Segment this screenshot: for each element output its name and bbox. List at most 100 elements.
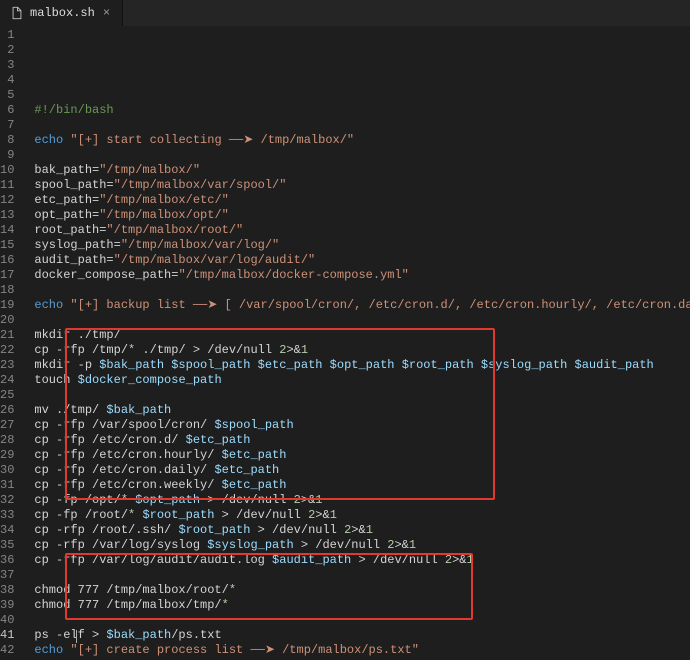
code-line[interactable]: root_path="/tmp/malbox/root/" — [24, 223, 690, 238]
code-line[interactable] — [24, 613, 690, 628]
code-token: $bak_path — [99, 358, 164, 372]
code-line[interactable]: syslog_path="/tmp/malbox/var/log/" — [24, 238, 690, 253]
code-token: $etc_path — [222, 478, 287, 492]
code-line[interactable]: audit_path="/tmp/malbox/var/log/audit/" — [24, 253, 690, 268]
line-number: 20 — [0, 313, 14, 328]
code-token: touch — [34, 373, 77, 387]
code-line[interactable] — [24, 118, 690, 133]
close-icon[interactable]: × — [101, 6, 112, 20]
code-token: "[+] create process list ──➤ /tmp/malbox… — [70, 643, 419, 657]
code-line[interactable]: cp -rfp /root/.ssh/ $root_path > /dev/nu… — [24, 523, 690, 538]
line-number: 34 — [0, 523, 14, 538]
code-token: $etc_path — [214, 463, 279, 477]
code-line[interactable]: cp -rfp /var/spool/cron/ $spool_path — [24, 418, 690, 433]
code-token: chmod 777 /tmp/malbox/tmp/ — [34, 598, 221, 612]
code-token: 1 — [301, 343, 308, 357]
code-token — [250, 358, 257, 372]
code-line[interactable]: mkdir -p $bak_path $spool_path $etc_path… — [24, 358, 690, 373]
line-number: 18 — [0, 283, 14, 298]
code-token — [567, 358, 574, 372]
code-line[interactable]: bak_path="/tmp/malbox/" — [24, 163, 690, 178]
line-number: 28 — [0, 433, 14, 448]
code-token: * — [222, 598, 229, 612]
code-line[interactable] — [24, 388, 690, 403]
code-token: cp -fp /opt/ — [34, 493, 120, 507]
code-line[interactable]: chmod 777 /tmp/malbox/root/* — [24, 583, 690, 598]
line-number: 1 — [0, 28, 14, 43]
code-token: $opt_path — [330, 358, 395, 372]
code-token: 1 — [467, 553, 474, 567]
code-token: syslog_path= — [34, 238, 120, 252]
code-token: "/tmp/malbox/etc/" — [99, 193, 229, 207]
code-line[interactable]: cp -rfp /etc/cron.daily/ $etc_path — [24, 463, 690, 478]
code-token: cp -rfp /etc/cron.weekly/ — [34, 478, 221, 492]
code-line[interactable]: cp -rfp /etc/cron.hourly/ $etc_path — [24, 448, 690, 463]
line-number: 37 — [0, 568, 14, 583]
code-line[interactable]: spool_path="/tmp/malbox/var/spool/" — [24, 178, 690, 193]
code-line[interactable]: chmod 777 /tmp/malbox/tmp/* — [24, 598, 690, 613]
code-token: cp -rfp /var/log/audit/audit.log — [34, 553, 272, 567]
line-number: 12 — [0, 193, 14, 208]
line-number: 13 — [0, 208, 14, 223]
code-token: "/tmp/malbox/root/" — [106, 223, 243, 237]
tab-malbox[interactable]: malbox.sh × — [0, 0, 123, 26]
line-number: 38 — [0, 583, 14, 598]
editor[interactable]: 1234567891011121314151617181920212223242… — [0, 26, 690, 660]
code-token: 1 — [330, 508, 337, 522]
code-line[interactable]: cp -rfp /etc/cron.weekly/ $etc_path — [24, 478, 690, 493]
code-token — [322, 358, 329, 372]
code-line[interactable]: cp -rfp /etc/cron.d/ $etc_path — [24, 433, 690, 448]
code-token: echo — [34, 643, 63, 657]
code-token: docker_compose_path= — [34, 268, 178, 282]
code-line[interactable]: docker_compose_path="/tmp/malbox/docker-… — [24, 268, 690, 283]
code-line[interactable]: cp -fp /root/* $root_path > /dev/null 2>… — [24, 508, 690, 523]
code-line[interactable]: cp -rfp /tmp/* ./tmp/ > /dev/null 2>&1 — [24, 343, 690, 358]
line-number: 9 — [0, 148, 14, 163]
code-line[interactable] — [24, 283, 690, 298]
line-number: 19 — [0, 298, 14, 313]
text-cursor — [76, 630, 77, 643]
code-token: cp -fp /root/ — [34, 508, 128, 522]
code-token: chmod 777 /tmp/malbox/root/ — [34, 583, 228, 597]
code-line[interactable] — [24, 148, 690, 163]
code-line[interactable]: ps -elf > $bak_path/ps.txt — [24, 628, 690, 643]
line-number: 36 — [0, 553, 14, 568]
code-line[interactable] — [24, 313, 690, 328]
code-token: 1 — [409, 538, 416, 552]
code-token: >& — [315, 508, 329, 522]
code-token: echo — [34, 133, 63, 147]
code-token: 2 — [294, 493, 301, 507]
code-line[interactable]: echo "[+] start collecting ──➤ /tmp/malb… — [24, 133, 690, 148]
code-line[interactable] — [24, 568, 690, 583]
code-line[interactable]: mv ./tmp/ $bak_path — [24, 403, 690, 418]
code-token: audit_path= — [34, 253, 113, 267]
code-token: "/tmp/malbox/var/log/audit/" — [114, 253, 316, 267]
line-number: 15 — [0, 238, 14, 253]
code-token: "/tmp/malbox/var/spool/" — [114, 178, 287, 192]
code-line[interactable]: #!/bin/bash — [24, 103, 690, 118]
code-token: > /dev/null — [200, 493, 294, 507]
line-number: 25 — [0, 388, 14, 403]
code-line[interactable]: mkdir ./tmp/ — [24, 328, 690, 343]
code-line[interactable]: opt_path="/tmp/malbox/opt/" — [24, 208, 690, 223]
code-token: >& — [301, 493, 315, 507]
line-number: 23 — [0, 358, 14, 373]
code-token: "/tmp/malbox/var/log/" — [121, 238, 279, 252]
code-line[interactable]: cp -fp /opt/* $opt_path > /dev/null 2>&1 — [24, 493, 690, 508]
code-token: >& — [452, 553, 466, 567]
code-line[interactable]: touch $docker_compose_path — [24, 373, 690, 388]
code-line[interactable]: echo "[+] backup list ──➤ [ /var/spool/c… — [24, 298, 690, 313]
code-token: echo — [34, 298, 63, 312]
code-line[interactable]: cp -rfp /var/log/audit/audit.log $audit_… — [24, 553, 690, 568]
code-token: $root_path — [142, 508, 214, 522]
code-token: $root_path — [402, 358, 474, 372]
code-line[interactable]: echo "[+] create process list ──➤ /tmp/m… — [24, 643, 690, 658]
line-number: 32 — [0, 493, 14, 508]
code-line[interactable]: cp -rfp /var/log/syslog $syslog_path > /… — [24, 538, 690, 553]
tab-bar: malbox.sh × — [0, 0, 690, 26]
code-line[interactable]: etc_path="/tmp/malbox/etc/" — [24, 193, 690, 208]
code-area[interactable]: #!/bin/bash echo "[+] start collecting ──… — [24, 26, 690, 660]
line-number: 21 — [0, 328, 14, 343]
file-icon — [10, 6, 24, 20]
code-token: cp -rfp /etc/cron.daily/ — [34, 463, 214, 477]
